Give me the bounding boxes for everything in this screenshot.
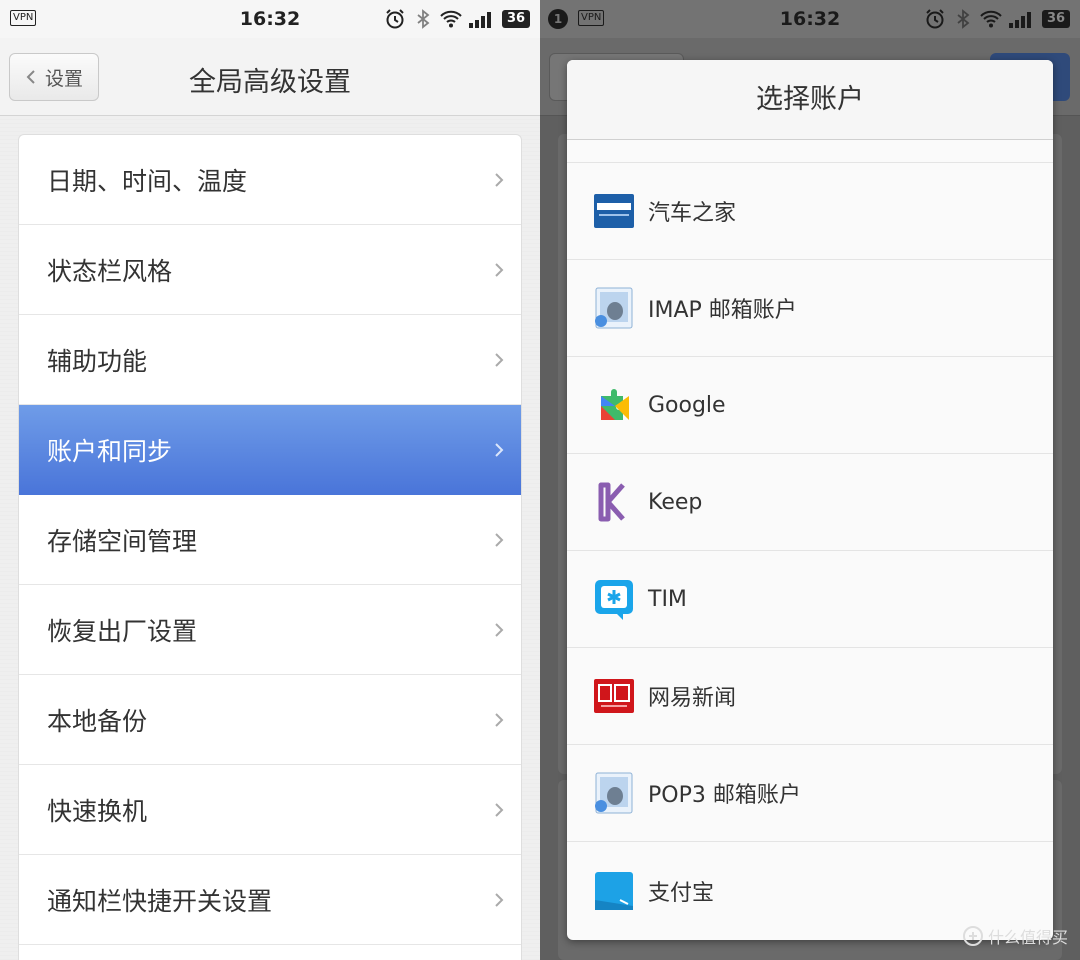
account-label: 网易新闻 bbox=[648, 686, 737, 711]
account-item-netease-news[interactable]: 网易新闻 bbox=[567, 648, 1053, 745]
battery-indicator: 36 bbox=[502, 10, 530, 28]
bluetooth-icon bbox=[417, 9, 430, 29]
chevron-right-icon bbox=[495, 713, 504, 727]
chevron-right-icon bbox=[495, 173, 504, 187]
watermark-text: 什么值得买 bbox=[987, 928, 1068, 947]
page-title: 全局高级设置 bbox=[189, 67, 351, 98]
settings-item-label: 存储空间管理 bbox=[47, 526, 198, 556]
autohome-icon bbox=[594, 194, 634, 228]
chevron-right-icon bbox=[495, 263, 504, 277]
account-item-keep[interactable]: Keep bbox=[567, 454, 1053, 551]
chevron-right-icon bbox=[495, 623, 504, 637]
status-bar: 1 VPN 16:32 36 bbox=[540, 0, 1080, 38]
keep-icon bbox=[598, 482, 625, 522]
account-label: Google bbox=[648, 392, 726, 418]
signal-icon bbox=[469, 12, 491, 28]
wifi-icon bbox=[980, 10, 1002, 28]
account-label: TIM bbox=[648, 586, 687, 612]
chevron-right-icon bbox=[495, 893, 504, 907]
settings-item-label: 本地备份 bbox=[47, 706, 148, 736]
chevron-right-icon bbox=[495, 443, 504, 457]
account-label: POP3 邮箱账户 bbox=[648, 783, 801, 808]
chevron-right-icon bbox=[495, 803, 504, 817]
netease-news-icon bbox=[594, 679, 634, 713]
account-list[interactable]: 汽车之家 IMAP 邮箱账户 Google Keep TIM 网易新闻 POP3… bbox=[567, 141, 1053, 939]
account-item-pop3[interactable]: POP3 邮箱账户 bbox=[567, 745, 1053, 842]
account-picker-screen: 1 VPN 16:32 36 选择账户 汽车之家 IMAP 邮箱账户 Googl… bbox=[540, 0, 1080, 960]
settings-item-label: 状态栏风格 bbox=[47, 256, 173, 286]
wifi-icon bbox=[440, 10, 462, 28]
status-icons: 36 bbox=[924, 8, 1070, 30]
account-label: Keep bbox=[648, 489, 703, 515]
chevron-right-icon bbox=[495, 533, 504, 547]
pop3-mail-icon bbox=[595, 772, 633, 814]
settings-item-label: 日期、时间、温度 bbox=[47, 166, 248, 196]
alipay-icon bbox=[595, 871, 633, 910]
account-label: 汽车之家 bbox=[648, 201, 737, 226]
signal-icon bbox=[1009, 12, 1031, 28]
watermark-logo-icon bbox=[962, 926, 983, 946]
settings-item-label: 快速换机 bbox=[47, 796, 148, 826]
chevron-right-icon bbox=[495, 353, 504, 367]
account-label: IMAP 邮箱账户 bbox=[648, 298, 797, 323]
settings-item-local-backup[interactable]: 本地备份 bbox=[19, 675, 521, 765]
settings-item-accessibility[interactable]: 辅助功能 bbox=[19, 315, 521, 405]
tim-icon bbox=[595, 580, 633, 620]
account-item-autohome[interactable]: 汽车之家 bbox=[567, 163, 1053, 260]
settings-item-accounts-sync[interactable]: 账户和同步 bbox=[19, 405, 521, 495]
dialog-title: 选择账户 bbox=[567, 60, 1053, 140]
account-label: 支付宝 bbox=[648, 880, 715, 906]
settings-item-label: 恢复出厂设置 bbox=[47, 616, 198, 646]
settings-item-status-bar-style[interactable]: 状态栏风格 bbox=[19, 225, 521, 315]
settings-item-date-time[interactable]: 日期、时间、温度 bbox=[19, 135, 521, 225]
google-play-services-icon bbox=[601, 389, 629, 420]
settings-item-quick-switch[interactable]: 快速换机 bbox=[19, 765, 521, 855]
settings-item-label: 辅助功能 bbox=[47, 346, 148, 376]
account-item-imap[interactable]: IMAP 邮箱账户 bbox=[567, 260, 1053, 357]
settings-item-label: 账户和同步 bbox=[47, 436, 173, 466]
select-account-dialog: 选择账户 汽车之家 IMAP 邮箱账户 Google Keep TIM 网易新闻… bbox=[567, 60, 1053, 940]
list-top-edge bbox=[567, 141, 1053, 163]
settings-list: 日期、时间、温度 状态栏风格 辅助功能 账户和同步 存储空间管理 恢复出厂设置 … bbox=[18, 134, 522, 960]
settings-item-factory-reset[interactable]: 恢复出厂设置 bbox=[19, 585, 521, 675]
watermark: 什么值得买 bbox=[962, 924, 1068, 948]
settings-item-storage[interactable]: 存储空间管理 bbox=[19, 495, 521, 585]
settings-item-label: 通知栏快捷开关设置 bbox=[47, 886, 273, 916]
imap-mail-icon bbox=[595, 287, 633, 329]
settings-screen: VPN 16:32 36 设置 全局高级设置 日期、时间、温度 状态栏风格 辅助… bbox=[0, 0, 540, 960]
account-item-tim[interactable]: TIM bbox=[567, 551, 1053, 648]
page-header: 设置 全局高级设置 bbox=[0, 38, 540, 116]
alarm-icon bbox=[386, 9, 404, 29]
status-bar: VPN 16:32 36 bbox=[0, 0, 540, 38]
bluetooth-icon bbox=[957, 9, 970, 29]
battery-indicator: 36 bbox=[1042, 10, 1070, 28]
account-item-google[interactable]: Google bbox=[567, 357, 1053, 454]
alarm-icon bbox=[926, 9, 944, 29]
status-icons: 36 bbox=[384, 8, 530, 30]
settings-item-notification-toggles[interactable]: 通知栏快捷开关设置 bbox=[19, 855, 521, 945]
